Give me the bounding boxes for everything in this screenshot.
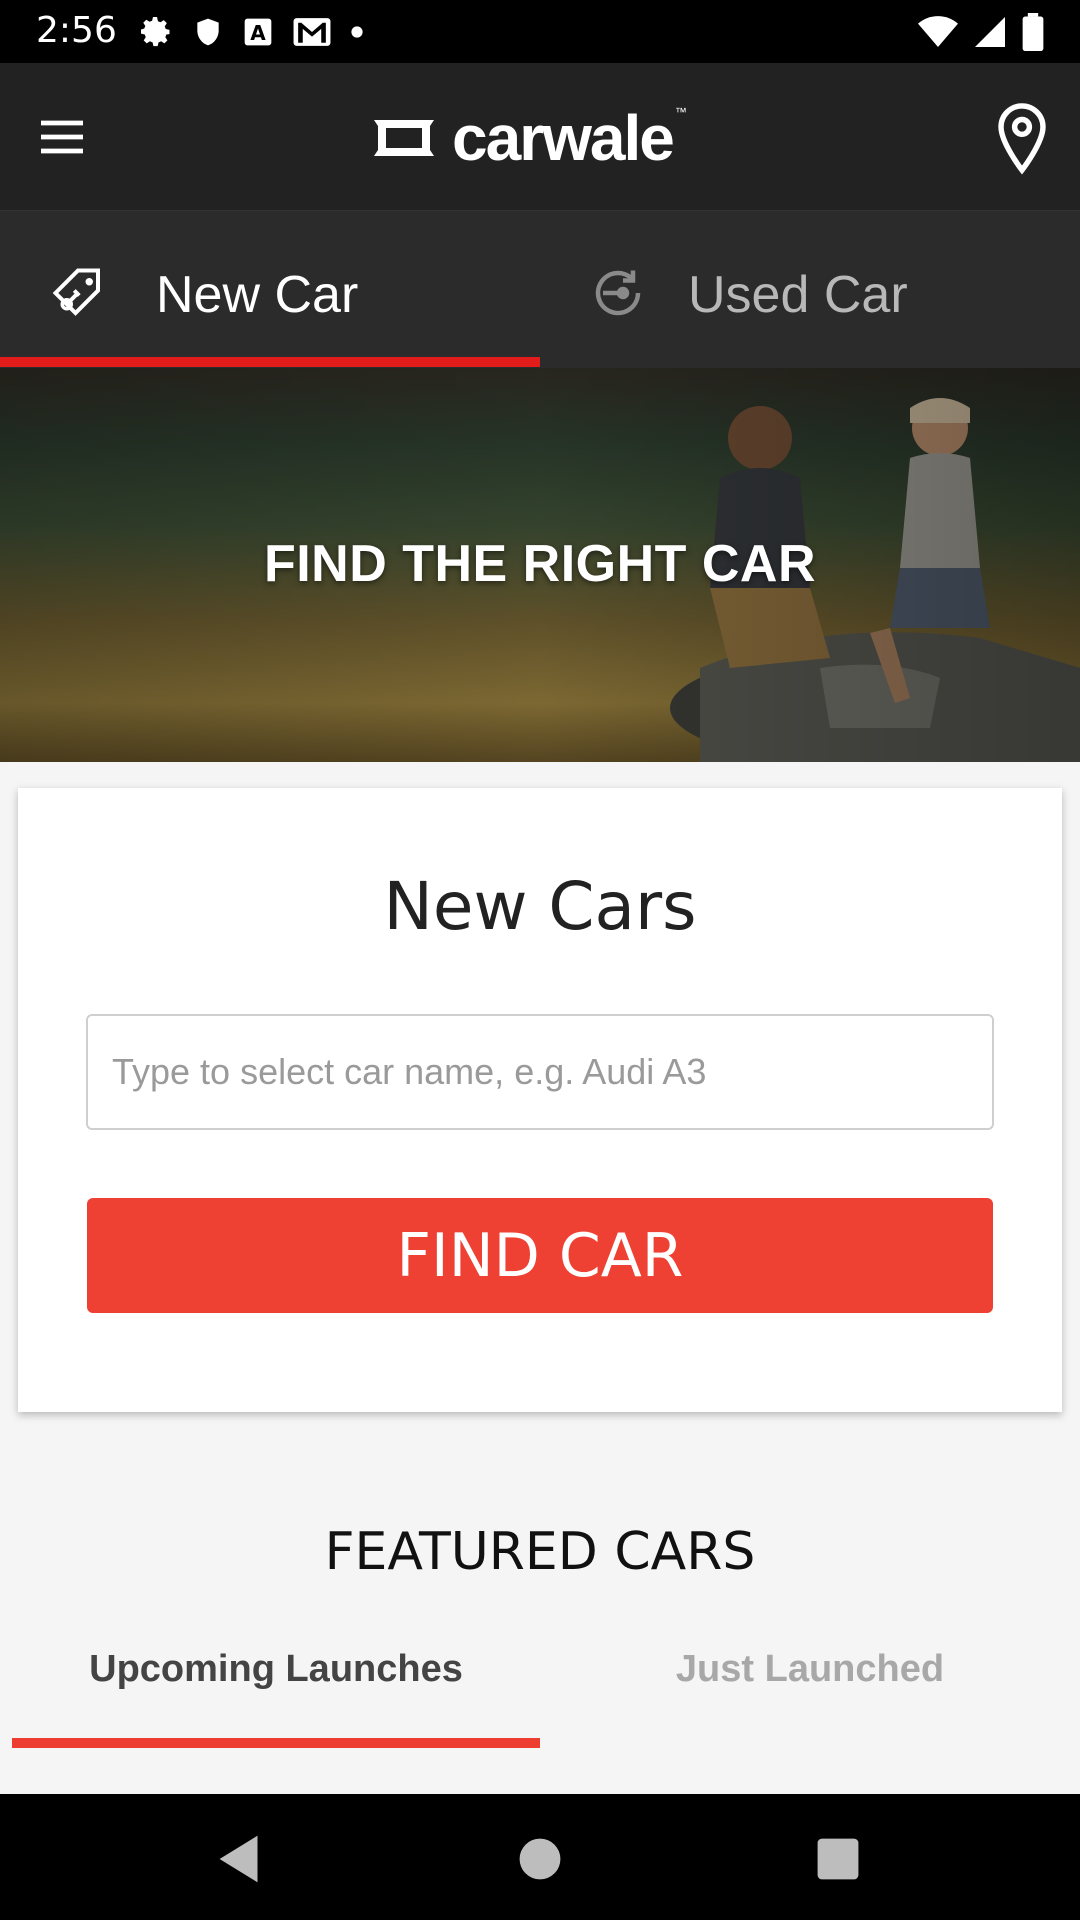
menu-icon: [41, 120, 83, 154]
svg-text:A: A: [250, 21, 266, 45]
cell-signal-icon: [975, 17, 1005, 47]
car-type-tabs: New Car Used Car: [0, 210, 1080, 368]
tab-just-launched[interactable]: Just Launched: [540, 1648, 1080, 1691]
battery-icon: [1022, 13, 1044, 51]
location-pin-icon: [998, 103, 1046, 175]
status-time: 2:56: [36, 10, 117, 51]
tab-upcoming-launches[interactable]: Upcoming Launches: [12, 1648, 540, 1691]
card-title: New Cars: [383, 868, 697, 945]
tab-used-car[interactable]: Used Car: [540, 211, 1080, 369]
logo-trademark: ™: [674, 105, 687, 119]
car-search-input[interactable]: [86, 1014, 994, 1130]
price-tag-key-icon: [52, 268, 100, 316]
gmail-icon: [293, 18, 331, 46]
featured-cars-title: FEATURED CARS: [324, 1522, 756, 1582]
status-notification-icons: A: [138, 12, 364, 52]
tab-new-car[interactable]: New Car: [0, 211, 540, 369]
tab-used-car-label: Used Car: [688, 266, 908, 324]
tab-new-car-label: New Car: [156, 266, 359, 324]
used-car-key-icon: [595, 270, 641, 316]
menu-button[interactable]: [34, 109, 112, 165]
carwale-logo-mark-icon: [374, 120, 434, 156]
tab-active-indicator: [0, 357, 540, 367]
new-cars-search-card: New Cars FIND CAR: [18, 788, 1062, 1412]
app-bar: carwale ™: [0, 63, 1080, 210]
status-bar: 2:56 A: [0, 0, 1080, 63]
notification-dot-icon: [351, 26, 363, 38]
hero-banner: FIND THE RIGHT CAR: [0, 368, 1080, 762]
settings-gear-icon: [141, 17, 170, 47]
shield-icon: [197, 18, 219, 46]
featured-tab-indicator: [12, 1738, 540, 1748]
find-car-button[interactable]: FIND CAR: [87, 1198, 993, 1313]
back-button[interactable]: [205, 1824, 275, 1894]
home-button[interactable]: [505, 1824, 575, 1894]
back-icon: [219, 1835, 258, 1883]
wifi-icon: [918, 16, 958, 47]
hero-title: FIND THE RIGHT CAR: [263, 535, 817, 593]
system-nav-bar: [0, 1794, 1080, 1920]
recents-button[interactable]: [803, 1824, 873, 1894]
font-a-icon: A: [244, 18, 272, 46]
carwale-logo: carwale ™: [368, 101, 708, 175]
location-button[interactable]: [992, 101, 1052, 175]
home-icon: [519, 1838, 561, 1880]
logo-text: carwale: [452, 102, 675, 174]
app-root: 2:56 A carwale ™ New Car Used Car FIND T…: [0, 0, 1080, 1920]
recents-icon: [817, 1838, 859, 1880]
status-system-icons: [918, 12, 1044, 52]
